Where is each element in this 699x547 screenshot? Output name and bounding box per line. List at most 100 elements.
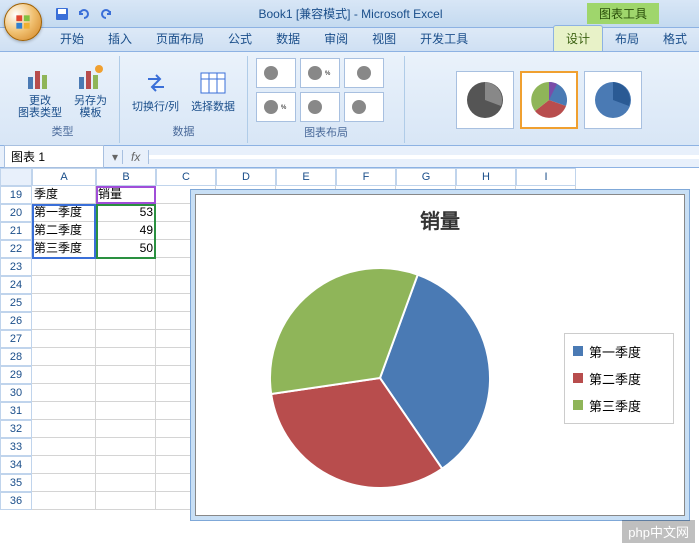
cell[interactable]	[32, 276, 96, 294]
cell[interactable]: 第三季度	[32, 240, 96, 258]
tab-view[interactable]: 视图	[360, 26, 408, 51]
cell[interactable]	[96, 330, 156, 348]
cell[interactable]	[96, 402, 156, 420]
dropdown-icon[interactable]: ▾	[108, 150, 122, 164]
row-header[interactable]: 25	[0, 294, 32, 312]
column-header[interactable]: B	[96, 168, 156, 186]
chart-title[interactable]: 销量	[196, 195, 684, 238]
layout-option[interactable]: %	[256, 92, 296, 122]
row-header[interactable]: 33	[0, 438, 32, 456]
layout-option[interactable]	[344, 58, 384, 88]
undo-icon[interactable]	[76, 6, 92, 22]
cell[interactable]	[32, 312, 96, 330]
cell[interactable]	[32, 294, 96, 312]
row-header[interactable]: 20	[0, 204, 32, 222]
layout-option[interactable]	[344, 92, 384, 122]
chart-style-option[interactable]	[456, 71, 514, 129]
row-header[interactable]: 21	[0, 222, 32, 240]
row-header[interactable]: 31	[0, 402, 32, 420]
row-header[interactable]: 22	[0, 240, 32, 258]
column-header[interactable]: C	[156, 168, 216, 186]
layout-option[interactable]	[256, 58, 296, 88]
tab-home[interactable]: 开始	[48, 26, 96, 51]
cell[interactable]	[32, 492, 96, 510]
row-header[interactable]: 29	[0, 366, 32, 384]
cell[interactable]: 季度	[32, 186, 96, 204]
cell[interactable]	[32, 366, 96, 384]
cell[interactable]	[96, 456, 156, 474]
cell[interactable]: 销量	[96, 186, 156, 204]
chart-style-gallery[interactable]	[456, 71, 642, 129]
worksheet[interactable]: ABCDEFGHI 192021222324252627282930313233…	[0, 168, 699, 547]
column-header[interactable]: G	[396, 168, 456, 186]
cell[interactable]	[32, 420, 96, 438]
name-box[interactable]: 图表 1	[4, 145, 104, 168]
chart-layout-gallery[interactable]: % %	[256, 58, 396, 122]
cell[interactable]	[96, 474, 156, 492]
cell[interactable]	[96, 258, 156, 276]
tab-developer[interactable]: 开发工具	[408, 26, 480, 51]
row-header[interactable]: 34	[0, 456, 32, 474]
cell[interactable]	[96, 348, 156, 366]
cell[interactable]	[96, 384, 156, 402]
cell[interactable]	[96, 420, 156, 438]
column-header[interactable]: E	[276, 168, 336, 186]
cell[interactable]	[32, 402, 96, 420]
cell[interactable]	[32, 258, 96, 276]
select-all-corner[interactable]	[0, 168, 32, 186]
cell[interactable]	[32, 348, 96, 366]
tab-design[interactable]: 设计	[553, 25, 603, 51]
save-icon[interactable]	[54, 6, 70, 22]
cell[interactable]: 53	[96, 204, 156, 222]
chart-object[interactable]: 销量 第一季度 第二季度 第三季度	[195, 194, 685, 516]
tab-insert[interactable]: 插入	[96, 26, 144, 51]
row-header[interactable]: 35	[0, 474, 32, 492]
tab-layout[interactable]: 布局	[603, 26, 651, 51]
row-header[interactable]: 36	[0, 492, 32, 510]
cell[interactable]	[96, 312, 156, 330]
office-button[interactable]	[4, 3, 42, 41]
cell[interactable]: 49	[96, 222, 156, 240]
cell[interactable]	[96, 276, 156, 294]
cell[interactable]	[96, 438, 156, 456]
row-header[interactable]: 23	[0, 258, 32, 276]
row-header[interactable]: 26	[0, 312, 32, 330]
redo-icon[interactable]	[98, 6, 114, 22]
change-chart-type-button[interactable]: 更改 图表类型	[14, 59, 66, 121]
column-header[interactable]: F	[336, 168, 396, 186]
layout-option[interactable]	[300, 92, 340, 122]
tab-formulas[interactable]: 公式	[216, 26, 264, 51]
cell[interactable]	[32, 456, 96, 474]
row-header[interactable]: 28	[0, 348, 32, 366]
cell[interactable]	[96, 492, 156, 510]
cell[interactable]: 50	[96, 240, 156, 258]
tab-page-layout[interactable]: 页面布局	[144, 26, 216, 51]
cell[interactable]	[32, 384, 96, 402]
cell[interactable]	[32, 438, 96, 456]
cell[interactable]: 第二季度	[32, 222, 96, 240]
chart-plot-area[interactable]	[196, 238, 564, 518]
column-header[interactable]: D	[216, 168, 276, 186]
select-data-button[interactable]: 选择数据	[187, 65, 239, 115]
tab-format[interactable]: 格式	[651, 26, 699, 51]
switch-row-col-button[interactable]: 切换行/列	[128, 65, 183, 115]
tab-data[interactable]: 数据	[264, 26, 312, 51]
column-header[interactable]: I	[516, 168, 576, 186]
fx-label[interactable]: fx	[122, 150, 149, 164]
cell[interactable]	[32, 330, 96, 348]
row-header[interactable]: 19	[0, 186, 32, 204]
legend-item[interactable]: 第二季度	[573, 369, 665, 388]
formula-input[interactable]	[149, 155, 699, 159]
row-header[interactable]: 27	[0, 330, 32, 348]
chart-style-option[interactable]	[584, 71, 642, 129]
column-header[interactable]: A	[32, 168, 96, 186]
legend-item[interactable]: 第三季度	[573, 396, 665, 415]
row-header[interactable]: 30	[0, 384, 32, 402]
chart-legend[interactable]: 第一季度 第二季度 第三季度	[564, 333, 674, 424]
row-header[interactable]: 32	[0, 420, 32, 438]
column-header[interactable]: H	[456, 168, 516, 186]
cell[interactable]	[96, 294, 156, 312]
save-as-template-button[interactable]: 另存为 模板	[70, 59, 111, 121]
cell[interactable]	[32, 474, 96, 492]
layout-option[interactable]: %	[300, 58, 340, 88]
